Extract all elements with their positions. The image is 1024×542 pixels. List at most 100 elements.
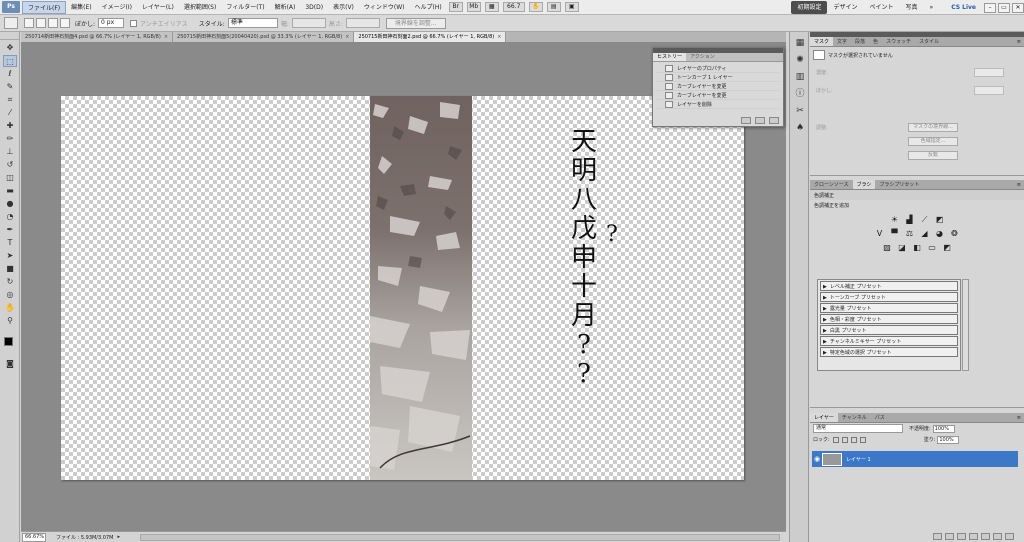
selective-color-icon[interactable]: ◩ [942, 243, 953, 253]
pen-tool-icon[interactable]: ✒ [3, 224, 17, 236]
blur-tool-icon[interactable]: ● [3, 198, 17, 210]
fill-field[interactable]: 100% [937, 435, 960, 444]
trash-icon[interactable] [769, 117, 779, 124]
minimize-icon[interactable]: – [984, 2, 996, 13]
menu-image[interactable]: イメージ(I) [97, 1, 137, 14]
doc-tab[interactable]: 250714新田神石刻面4.psd @ 66.7% (レイヤー 1, RGB/8… [21, 32, 174, 42]
tab-styles[interactable]: スタイル [915, 37, 943, 46]
preset-item[interactable]: ▶ 特定色域の選択 プリセット [820, 347, 958, 357]
close-icon[interactable]: ✕ [1012, 2, 1024, 13]
trash-icon[interactable] [1005, 533, 1014, 540]
type-tool-icon[interactable]: T [3, 237, 17, 249]
workspace-photo[interactable]: 写真 [900, 1, 924, 14]
refine-edge-button[interactable]: 境界線を調整... [385, 17, 446, 29]
menu-filter[interactable]: フィルター(T) [221, 1, 269, 14]
threshold-icon[interactable]: ◧ [912, 243, 923, 253]
workspace-design[interactable]: デザイン [827, 1, 863, 14]
preset-item[interactable]: ▶ チャンネルミキサー プリセット [820, 336, 958, 346]
zoom-level-field[interactable]: 66.67% [22, 532, 46, 542]
tab-layers[interactable]: レイヤー [810, 413, 838, 422]
gradient-map-icon[interactable]: ▭ [927, 243, 938, 253]
hand-tool-icon[interactable]: ✋ [528, 2, 543, 12]
tab-swatches[interactable]: スウォッチ [882, 37, 915, 46]
tab-actions[interactable]: アクション [686, 53, 719, 61]
height-input[interactable] [345, 18, 380, 28]
menu-view[interactable]: 表示(V) [328, 1, 359, 14]
menu-file[interactable]: ファイル(F) [22, 0, 67, 14]
path-select-tool-icon[interactable]: ➤ [3, 250, 17, 262]
cs-live-button[interactable]: CS Live [945, 1, 982, 14]
levels-icon[interactable]: ▟ [904, 215, 915, 225]
info-icon[interactable]: ⓘ [793, 88, 807, 100]
color-balance-icon[interactable]: ⚖ [904, 229, 915, 239]
vibrance-icon[interactable]: V [874, 229, 885, 239]
history-item[interactable]: レイヤーを削除 [657, 100, 779, 109]
panel-menu-icon[interactable]: ≡ [1017, 180, 1021, 189]
menu-3d[interactable]: 3D(D) [300, 1, 328, 14]
intersect-selection-icon[interactable] [60, 18, 70, 28]
menu-analysis[interactable]: 解析(A) [270, 1, 301, 14]
exposure-icon[interactable]: ◩ [934, 215, 945, 225]
subtract-selection-icon[interactable] [48, 18, 58, 28]
zoom-tool-icon[interactable]: ⚲ [3, 315, 17, 327]
move-tool-icon[interactable]: ✥ [3, 42, 17, 54]
tab-paths[interactable]: パス [871, 413, 889, 422]
file-size-info[interactable]: ファイル : 5.93M/3.07M [56, 534, 113, 541]
doc-tab-active[interactable]: 250715新田神石刻面2.psd @ 66.7% (レイヤー 1, RGB/8… [354, 32, 507, 42]
gradient-tool-icon[interactable]: ▬ [3, 185, 17, 197]
curves-icon[interactable]: ⟋ [919, 215, 930, 225]
3d-rotate-tool-icon[interactable]: ↻ [3, 276, 17, 288]
view-extras-icon[interactable]: ▦ [484, 2, 499, 12]
tab-history[interactable]: ヒストリー [653, 53, 687, 61]
add-mask-icon[interactable] [957, 533, 966, 540]
workspace-more-chevron[interactable]: » [924, 1, 940, 14]
history-item[interactable]: トーンカーブ 1 レイヤー [657, 73, 779, 82]
adjustment-layer-icon[interactable] [969, 533, 978, 540]
tab-clone-source[interactable]: クローンソース [810, 180, 853, 189]
preset-item[interactable]: ▶ トーンカーブ プリセット [820, 292, 958, 302]
tab-paragraph[interactable]: 段落 [851, 37, 869, 46]
arrange-documents-icon[interactable]: ▤ [546, 2, 561, 12]
tab-brush[interactable]: ブラシ [852, 180, 876, 189]
density-field[interactable] [974, 67, 1004, 77]
quick-mask-icon[interactable]: ◙ [3, 358, 17, 370]
menu-edit[interactable]: 編集(E) [66, 1, 96, 14]
close-icon[interactable]: × [164, 34, 168, 40]
3d-orbit-tool-icon[interactable]: ◎ [3, 289, 17, 301]
lasso-tool-icon[interactable]: ℓ [3, 68, 17, 80]
hand-tool-icon[interactable]: ✋ [3, 302, 17, 314]
restore-icon[interactable]: ▭ [998, 2, 1010, 13]
horizontal-scrollbar[interactable] [139, 533, 780, 541]
lock-transparency-icon[interactable] [832, 436, 839, 443]
foreground-color-swatch[interactable] [4, 337, 13, 346]
status-menu-arrow-icon[interactable]: ▸ [117, 534, 120, 540]
character-icon[interactable]: ♠ [793, 122, 807, 134]
tab-brush-presets[interactable]: ブラシプリセット [875, 180, 923, 189]
close-icon[interactable]: × [345, 34, 349, 40]
doc-tab[interactable]: 250715新田神石刻面5(20040420).psd @ 33.3% (レイヤ… [173, 32, 355, 42]
antialias-checkbox[interactable] [130, 19, 138, 27]
invert-icon[interactable]: ▨ [882, 243, 893, 253]
minibridge-icon[interactable]: Mb [466, 2, 481, 12]
tools-preset-icon[interactable]: ✂ [793, 105, 807, 117]
tab-masks[interactable]: マスク [810, 37, 834, 46]
invert-button[interactable]: 反転 [908, 151, 958, 160]
new-group-icon[interactable] [981, 533, 990, 540]
workspace-essentials[interactable]: 初期設定 [791, 1, 828, 14]
tab-color[interactable]: 色 [869, 37, 882, 46]
history-item[interactable]: レイヤーのプロパティ [657, 64, 779, 73]
panel-menu-icon[interactable]: ≡ [1017, 413, 1021, 422]
new-layer-icon[interactable] [993, 533, 1002, 540]
lock-position-icon[interactable] [850, 436, 857, 443]
dodge-tool-icon[interactable]: ◔ [3, 211, 17, 223]
crop-tool-icon[interactable]: ⌗ [3, 94, 17, 106]
opacity-field[interactable]: 100% [932, 424, 955, 433]
navigator-icon[interactable]: ✺ [793, 54, 807, 66]
photo-filter-icon[interactable]: ◕ [934, 229, 945, 239]
mini-bridge-icon[interactable]: ▦ [793, 37, 807, 49]
bridge-icon[interactable]: Br [448, 2, 463, 12]
eraser-tool-icon[interactable]: ◫ [3, 172, 17, 184]
tool-preset-picker[interactable] [4, 17, 18, 29]
shape-tool-icon[interactable]: ■ [3, 263, 17, 275]
add-selection-icon[interactable] [36, 18, 46, 28]
